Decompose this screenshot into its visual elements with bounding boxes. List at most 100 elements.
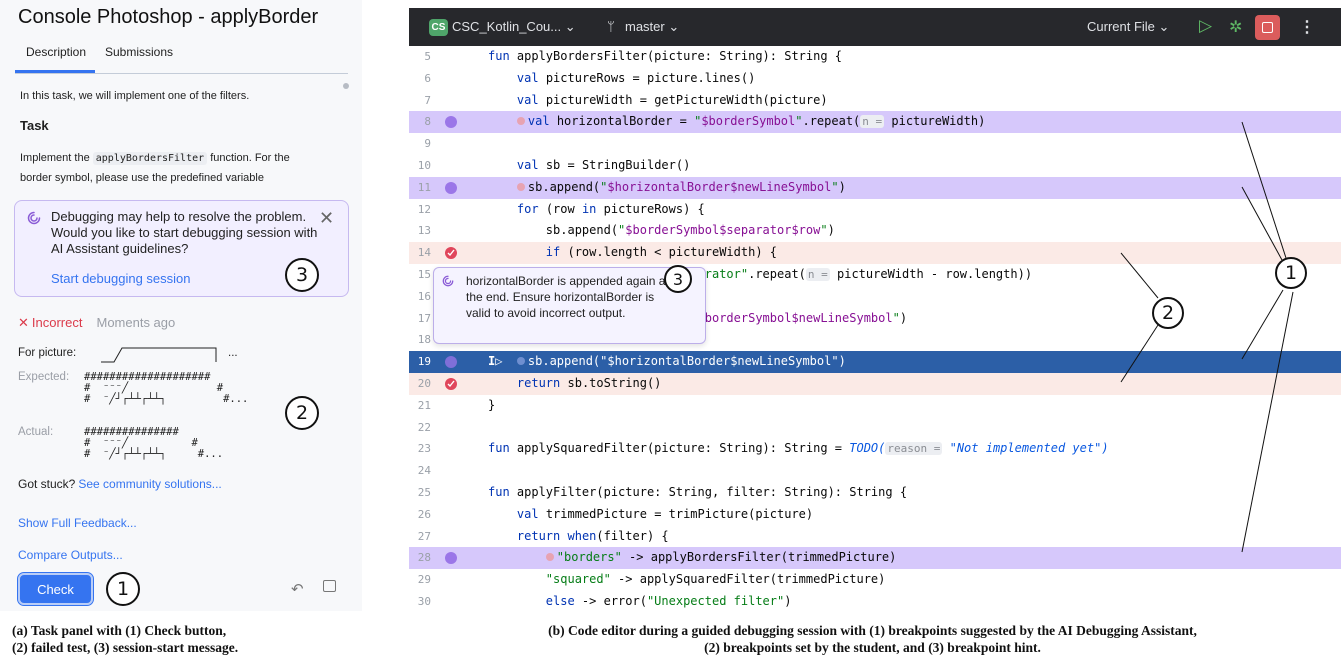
- current-breakpoint-icon[interactable]: [445, 356, 457, 369]
- line-number: 29: [417, 573, 431, 587]
- line-number: 21: [417, 398, 431, 412]
- scrollbar-thumb[interactable]: [343, 83, 349, 89]
- actual-label: Actual:: [18, 426, 54, 438]
- code-line-10[interactable]: 10 val sb = StringBuilder(): [409, 155, 1341, 177]
- callout-3-session-message: 3: [285, 258, 319, 292]
- code-line-27[interactable]: 27 return when(filter) {: [409, 526, 1341, 548]
- line-number: 19: [417, 355, 431, 369]
- tab-description[interactable]: Description: [26, 45, 86, 59]
- code-line-8[interactable]: 8 val horizontalBorder = "$borderSymbol"…: [409, 111, 1341, 134]
- code-line-6[interactable]: 6 val pictureRows = picture.lines(): [409, 68, 1341, 90]
- line-code: fun applySquaredFilter(picture: String):…: [488, 441, 1109, 456]
- ai-assistant-icon: [442, 275, 454, 290]
- project-selector[interactable]: CSC_Kotlin_Cou... ⌄: [452, 19, 576, 35]
- ai-breakpoint-icon[interactable]: [445, 116, 457, 129]
- line-code: val sb = StringBuilder(): [516, 158, 691, 172]
- task-description-line2: border symbol, please use the predefined…: [20, 172, 264, 184]
- picture-label: For picture:: [18, 347, 77, 359]
- code-line-24[interactable]: 24: [409, 460, 1341, 482]
- line-number: 26: [417, 507, 431, 521]
- more-options-icon[interactable]: ⋮: [1299, 17, 1315, 37]
- ai-breakpoint-icon[interactable]: [445, 181, 457, 194]
- callout-2-student-breakpoints: 2: [1152, 297, 1184, 329]
- line-number: 25: [417, 486, 431, 499]
- line-number: 5: [424, 50, 431, 63]
- debug-icon[interactable]: ✲: [1229, 17, 1242, 37]
- task-heading: Task: [20, 118, 49, 133]
- line-code: I▷ sb.append("$horizontalBorder$newLineS…: [488, 354, 846, 369]
- line-number: 24: [417, 464, 431, 478]
- ai-breakpoint-icon[interactable]: [445, 552, 457, 565]
- callout-1-ai-breakpoints: 1: [1275, 257, 1307, 289]
- breakpoint-icon[interactable]: [445, 247, 457, 260]
- run-configuration-selector[interactable]: Current File ⌄: [1087, 19, 1169, 35]
- line-code: val trimmedPicture = trimPicture(picture…: [516, 506, 814, 521]
- stop-button[interactable]: [1255, 15, 1280, 40]
- line-code: "borders" -> applyBordersFilter(trimmedP…: [488, 547, 896, 569]
- caption-right: (b) Code editor during a guided debuggin…: [408, 622, 1337, 656]
- line-number: 9: [424, 137, 431, 151]
- show-full-feedback-link[interactable]: Show Full Feedback...: [18, 516, 137, 530]
- start-debugging-link[interactable]: Start debugging session: [51, 271, 190, 286]
- code-line-13[interactable]: 13 sb.append("$borderSymbol$separator$ro…: [409, 220, 1341, 242]
- code-line-28[interactable]: 28 "borders" -> applyBordersFilter(trimm…: [409, 547, 1341, 570]
- line-number: 13: [417, 224, 431, 238]
- code-line-23[interactable]: 23 fun applySquaredFilter(picture: String…: [409, 438, 1341, 460]
- line-code: val pictureRows = picture.lines(): [516, 70, 756, 85]
- tab-divider: [15, 73, 348, 74]
- check-button[interactable]: Check: [17, 572, 94, 606]
- line-number: 15: [417, 268, 431, 281]
- code-line-26[interactable]: 26 val trimmedPicture = trimPicture(pict…: [409, 504, 1341, 526]
- code-line-7[interactable]: 7 val pictureWidth = getPictureWidth(pic…: [409, 90, 1341, 112]
- line-number: 14: [417, 246, 431, 260]
- undo-icon[interactable]: ↶: [291, 580, 304, 598]
- code-line-5[interactable]: 5 fun applyBordersFilter(picture: String)…: [409, 46, 1341, 68]
- callout-3-breakpoint-hint: 3: [664, 265, 692, 293]
- editor-toolbar: CS CSC_Kotlin_Cou... ⌄ ᛘ master ⌄ Curren…: [409, 8, 1341, 46]
- line-number: 18: [417, 333, 431, 347]
- code-line-29[interactable]: 29 "squared" -> applySquaredFilter(trimm…: [409, 569, 1341, 591]
- line-number: 7: [424, 93, 431, 107]
- code-line-14[interactable]: 14 if (row.length < pictureWidth) {: [409, 242, 1341, 264]
- callout-2-failed-test: 2: [285, 396, 319, 430]
- line-number: 10: [417, 159, 431, 172]
- line-number: 27: [417, 529, 431, 543]
- line-number: 11: [417, 180, 431, 194]
- breakpoint-hint-text: horizontalBorder is appended again at th…: [466, 274, 669, 320]
- line-number: 22: [417, 420, 431, 434]
- branch-selector[interactable]: master ⌄: [625, 19, 679, 35]
- x-icon: ✕: [18, 315, 29, 330]
- caption-left-line1: (a) Task panel with (1) Check button,: [12, 623, 227, 638]
- code-line-19[interactable]: 19 I▷ sb.append("$horizontalBorder$newLin…: [409, 351, 1341, 373]
- line-number: 28: [417, 551, 431, 565]
- project-badge[interactable]: CS: [429, 19, 448, 36]
- breakpoint-icon[interactable]: [445, 378, 457, 390]
- code-line-22[interactable]: 22: [409, 417, 1341, 439]
- community-solutions-link[interactable]: See community solutions...: [78, 477, 221, 491]
- code-line-20[interactable]: 20 return sb.toString(): [409, 373, 1341, 395]
- task-description: Implement the applyBordersFilter functio…: [20, 148, 290, 169]
- line-code: if (row.length < pictureWidth) {: [545, 245, 777, 260]
- task-text-part: Implement the: [20, 152, 93, 164]
- run-icon[interactable]: ▷: [1199, 16, 1212, 36]
- comment-icon[interactable]: [323, 580, 336, 592]
- close-icon[interactable]: ✕: [319, 209, 334, 227]
- submission-status: ✕ Incorrect Moments ago: [18, 315, 175, 331]
- code-line-25[interactable]: 25 fun applyFilter(picture: String, filte…: [409, 482, 1341, 504]
- code-line-12[interactable]: 12 for (row in pictureRows) {: [409, 199, 1341, 221]
- code-line-21[interactable]: 21}: [409, 395, 1341, 417]
- line-code: val pictureWidth = getPictureWidth(pictu…: [516, 92, 828, 107]
- hint-message: Debugging may help to resolve the proble…: [51, 209, 318, 256]
- status-label: Incorrect: [31, 315, 83, 330]
- code-line-11[interactable]: 11 sb.append("$horizontalBorder$newLineS…: [409, 176, 1341, 199]
- line-number: 20: [417, 377, 431, 390]
- compare-outputs-link[interactable]: Compare Outputs...: [18, 548, 123, 562]
- code-line-9[interactable]: 9: [409, 133, 1341, 155]
- line-code: return sb.toString(): [516, 376, 662, 390]
- line-number: 8: [424, 115, 431, 129]
- expected-output: #################### # ⁻⁻⁻╱ # # ⁻╱┘┌┴┴┌┴…: [84, 371, 249, 405]
- task-title: Console Photoshop - applyBorder: [18, 6, 319, 28]
- branch-icon: ᛘ: [607, 19, 615, 34]
- code-line-30[interactable]: 30 else -> error("Unexpected filter"): [409, 591, 1341, 611]
- tab-submissions[interactable]: Submissions: [105, 45, 173, 59]
